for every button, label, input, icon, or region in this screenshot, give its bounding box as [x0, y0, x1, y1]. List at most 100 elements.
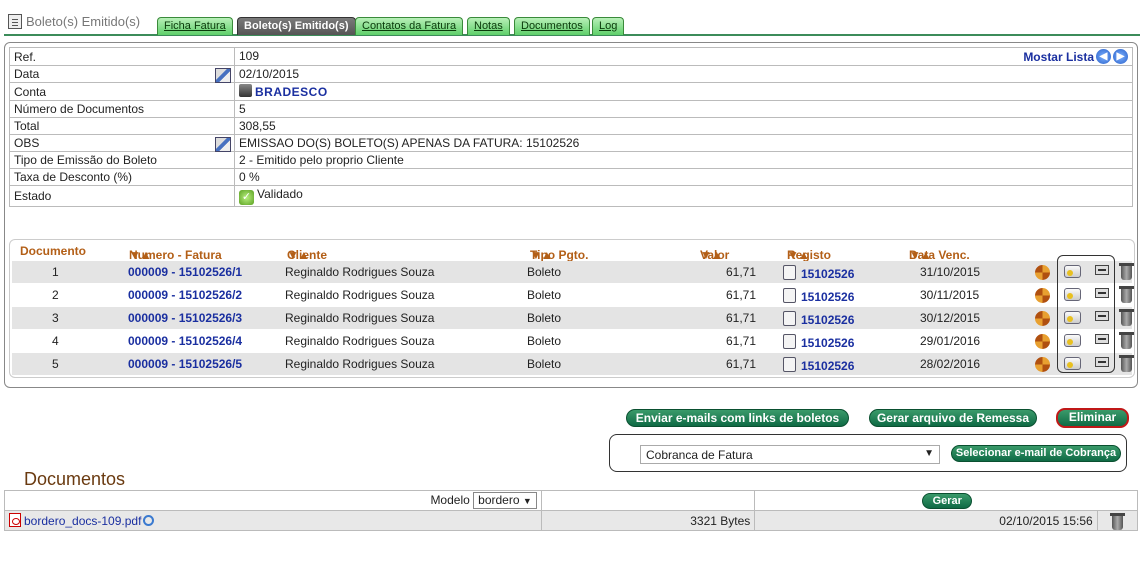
info-label: Ref. — [9, 47, 235, 66]
cell-registo-link[interactable]: 15102526 — [801, 336, 854, 350]
registo-doc-icon — [783, 288, 796, 303]
trash-icon[interactable] — [1119, 332, 1134, 349]
cell-cliente: Reginaldo Rodrigues Souza — [285, 288, 435, 302]
check-icon: ✓ — [239, 190, 254, 205]
edit-icon[interactable] — [215, 68, 231, 83]
cell-documento: 5 — [52, 357, 59, 371]
edit-icon[interactable] — [215, 137, 231, 152]
mostar-lista-label: Mostar Lista — [1023, 49, 1094, 64]
cell-registo-link[interactable]: 15102526 — [801, 313, 854, 327]
cell-tipo-pgto: Boleto — [527, 288, 562, 302]
mostar-lista-link[interactable]: Mostar Lista ◀ ▶ — [1023, 49, 1128, 64]
info-value-obs: EMISSAO DO(S) BOLETO(S) APENAS DA FATURA… — [234, 134, 1133, 152]
tab-boletos-emitidos[interactable]: Boleto(s) Emitido(s) — [237, 17, 356, 35]
info-value-num-docs: 5 — [234, 100, 1133, 118]
gerar-remessa-button[interactable]: Gerar arquivo de Remessa — [869, 409, 1037, 427]
cell-valor: 61,71 — [726, 357, 757, 371]
trash-icon[interactable] — [1119, 286, 1134, 303]
cell-valor: 61,71 — [726, 288, 757, 302]
info-value-tipo-emissao: 2 - Emitido pelo proprio Cliente — [234, 151, 1133, 169]
tab-contatos-fatura[interactable]: Contatos da Fatura — [355, 17, 464, 35]
cell-tipo-pgto: Boleto — [527, 357, 562, 371]
document-icon — [8, 14, 22, 29]
info-label: Número de Documentos — [9, 100, 235, 118]
sync-icon[interactable] — [1035, 265, 1050, 280]
info-label: Total — [9, 117, 235, 135]
current-page-label: Boleto(s) Emitido(s) — [26, 14, 141, 29]
info-row-obs: OBS EMISSAO DO(S) BOLETO(S) APENAS DA FA… — [9, 134, 1133, 152]
cobranca-select-area: Cobranca de Fatura ▼ Selecionar e-mail d… — [609, 434, 1127, 472]
trash-icon[interactable] — [1119, 309, 1134, 326]
cell-numero-fatura-link[interactable]: 000009 - 15102526/2 — [128, 288, 242, 302]
modelo-select-value: bordero — [478, 493, 520, 507]
file-link[interactable]: bordero_docs-109.pdf — [24, 514, 141, 528]
enviar-emails-button[interactable]: Enviar e-mails com links de boletos — [626, 409, 849, 427]
cell-registo-link[interactable]: 15102526 — [801, 290, 854, 304]
grid-header: Documento Numero - Fatura ▼▲ Cliente ▼▲ … — [10, 240, 1134, 262]
modelo-select[interactable]: bordero ▼ — [473, 492, 537, 509]
trash-icon[interactable] — [1119, 355, 1134, 372]
info-table: Ref. 109 Mostar Lista ◀ ▶ Data 02/10/201… — [9, 47, 1133, 207]
cell-documento: 3 — [52, 311, 59, 325]
sync-icon[interactable] — [1035, 334, 1050, 349]
tab-documentos[interactable]: Documentos — [514, 17, 590, 35]
cell-numero-fatura-link[interactable]: 000009 - 15102526/1 — [128, 265, 242, 279]
cell-tipo-pgto: Boleto — [527, 334, 562, 348]
info-row-data: Data 02/10/2015 — [9, 65, 1133, 83]
info-value-ref: 109 — [239, 49, 260, 63]
info-label: Conta — [9, 82, 235, 101]
bank-link[interactable]: BRADESCO — [255, 85, 328, 99]
sync-icon[interactable] — [1035, 357, 1050, 372]
table-row: 3 000009 - 15102526/3 Reginaldo Rodrigues … — [12, 307, 1134, 329]
file-size: 3321 Bytes — [540, 510, 756, 531]
sort-icon[interactable]: ▼▲ — [700, 248, 723, 262]
sort-icon[interactable]: ▼▲ — [787, 248, 810, 262]
info-row-num-docs: Número de Documentos 5 — [9, 100, 1133, 118]
sync-icon[interactable] — [1035, 288, 1050, 303]
next-icon[interactable]: ▶ — [1113, 49, 1128, 64]
table-row: 4 000009 - 15102526/4 Reginaldo Rodrigues … — [12, 330, 1134, 352]
info-label: Tipo de Emissão do Boleto — [9, 151, 235, 169]
modelo-label: Modelo — [430, 493, 470, 507]
cell-registo-link[interactable]: 15102526 — [801, 267, 854, 281]
cell-numero-fatura-link[interactable]: 000009 - 15102526/4 — [128, 334, 242, 348]
cell-cliente: Reginaldo Rodrigues Souza — [285, 334, 435, 348]
cobranca-select[interactable]: Cobranca de Fatura ▼ — [640, 445, 940, 464]
cell-numero-fatura-link[interactable]: 000009 - 15102526/3 — [128, 311, 242, 325]
documentos-title: Documentos — [24, 469, 126, 489]
info-row-estado: Estado ✓ Validado — [9, 185, 1133, 207]
sort-icon[interactable]: ▼▲ — [909, 248, 932, 262]
info-value-total: 308,55 — [234, 117, 1133, 135]
cell-cliente: Reginaldo Rodrigues Souza — [285, 265, 435, 279]
cell-cliente: Reginaldo Rodrigues Souza — [285, 311, 435, 325]
eliminar-button[interactable]: Eliminar — [1056, 408, 1129, 428]
info-value-data: 02/10/2015 — [234, 65, 1133, 83]
info-label: OBS — [14, 136, 40, 150]
sync-icon[interactable] — [1035, 311, 1050, 326]
selecionar-email-button[interactable]: Selecionar e-mail de Cobrança — [951, 445, 1121, 462]
search-icon[interactable] — [143, 515, 155, 526]
sort-icon[interactable]: ▼▲ — [287, 248, 310, 262]
tab-ficha-fatura[interactable]: Ficha Fatura — [157, 17, 233, 35]
cell-valor: 61,71 — [726, 265, 757, 279]
cell-cliente: Reginaldo Rodrigues Souza — [285, 357, 435, 371]
info-value-cell: 109 Mostar Lista ◀ ▶ — [234, 47, 1133, 66]
cell-registo-link[interactable]: 15102526 — [801, 359, 854, 373]
trash-icon[interactable] — [1109, 513, 1125, 530]
sort-icon[interactable]: ▼▲ — [530, 248, 553, 262]
tab-notas[interactable]: Notas — [467, 17, 510, 35]
previous-icon[interactable]: ◀ — [1096, 49, 1111, 64]
gerar-button[interactable]: Gerar — [922, 492, 973, 509]
file-date: 02/10/2015 15:56 — [754, 510, 1098, 531]
info-row-ref: Ref. 109 Mostar Lista ◀ ▶ — [9, 47, 1133, 66]
info-label: Taxa de Desconto (%) — [9, 168, 235, 186]
cobranca-select-value: Cobranca de Fatura — [646, 448, 753, 462]
cell-valor: 61,71 — [726, 334, 757, 348]
cell-numero-fatura-link[interactable]: 000009 - 15102526/5 — [128, 357, 242, 371]
sort-icon[interactable]: ▼▲ — [129, 248, 152, 262]
bank-icon — [239, 84, 252, 97]
info-value-taxa: 0 % — [234, 168, 1133, 186]
trash-icon[interactable] — [1119, 263, 1134, 280]
tab-log[interactable]: Log — [592, 17, 625, 35]
chevron-down-icon: ▼ — [924, 448, 934, 459]
